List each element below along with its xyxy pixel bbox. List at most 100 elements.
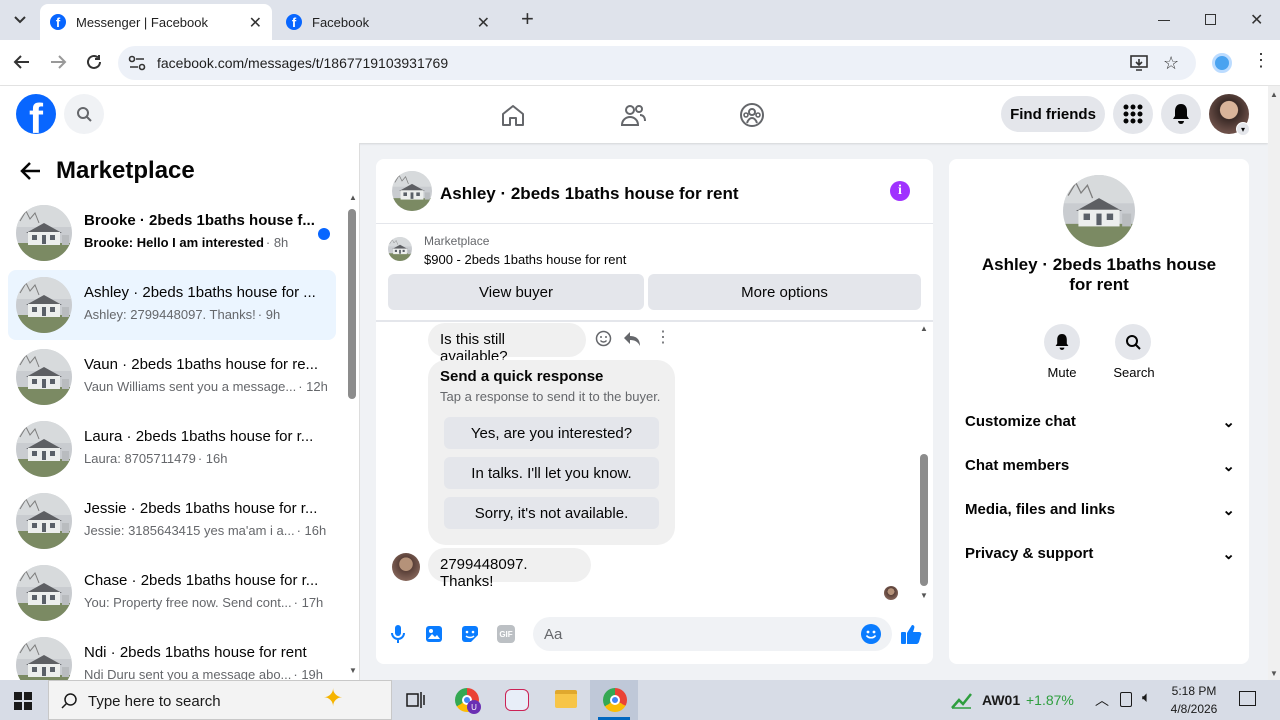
chat-avatar[interactable]: [392, 171, 432, 211]
photo-icon[interactable]: [425, 625, 443, 643]
mute-button[interactable]: [1044, 324, 1080, 360]
install-app-icon[interactable]: [1130, 55, 1148, 71]
tab-facebook[interactable]: f Facebook ✕: [276, 4, 510, 40]
scroll-up-icon[interactable]: ▲: [1270, 90, 1278, 99]
reply-icon[interactable]: [623, 331, 641, 347]
forward-arrow-icon[interactable]: [49, 53, 67, 71]
new-tab-plus-icon[interactable]: +: [521, 8, 534, 30]
notifications-button[interactable]: [1161, 94, 1201, 134]
conversation-row[interactable]: Laura · 2beds 1baths house for r... Laura…: [8, 414, 336, 484]
thumbs-up-icon[interactable]: [900, 623, 922, 645]
scroll-thumb[interactable]: [348, 209, 356, 399]
clock-date[interactable]: 4/8/2026: [1164, 702, 1224, 716]
device-icon[interactable]: [1120, 692, 1132, 707]
quick-response-button[interactable]: Yes, are you interested?: [444, 417, 659, 449]
tab-messenger[interactable]: f Messenger | Facebook ✕: [40, 4, 272, 40]
conversation-row[interactable]: Chase · 2beds 1baths house for r... You: …: [8, 558, 336, 628]
reload-icon[interactable]: [85, 53, 103, 71]
chevron-down-icon: ⌄: [1222, 458, 1235, 475]
tab-close-icon[interactable]: ✕: [477, 13, 490, 33]
message-input[interactable]: Aa: [533, 617, 892, 651]
info-icon[interactable]: i: [890, 181, 910, 201]
section-media-files-links[interactable]: Media, files and links ⌄: [965, 501, 1235, 519]
tab-search-chevron-icon[interactable]: [8, 8, 32, 32]
volume-icon[interactable]: 🔈︎: [1142, 689, 1151, 706]
clock-time[interactable]: 5:18 PM: [1164, 684, 1224, 698]
view-buyer-button[interactable]: View buyer: [388, 274, 644, 310]
more-actions-icon[interactable]: ⋮: [655, 329, 671, 347]
listing-title[interactable]: $900 - 2beds 1baths house for rent: [424, 252, 626, 267]
scroll-up-icon[interactable]: ▲: [920, 324, 928, 333]
windows-taskbar: Type here to search ✦ U AW01 +1.87% ︿ 🔈︎…: [0, 680, 1280, 720]
restore-icon[interactable]: [1205, 14, 1216, 25]
page-scrollbar[interactable]: ▲ ▼: [1268, 86, 1280, 680]
mute-label: Mute: [1047, 365, 1077, 380]
scroll-down-icon[interactable]: ▼: [349, 666, 357, 675]
emoji-icon[interactable]: [861, 624, 881, 644]
facebook-favicon-icon: f: [50, 14, 66, 30]
stock-ticker[interactable]: AW01: [982, 692, 1020, 708]
back-arrow-icon[interactable]: [13, 53, 31, 71]
tab-close-icon[interactable]: ✕: [249, 13, 262, 33]
windows-start-icon[interactable]: [14, 692, 32, 710]
scroll-down-icon[interactable]: ▼: [1270, 669, 1278, 678]
groups-icon[interactable]: [739, 102, 765, 128]
find-friends-button[interactable]: Find friends: [1001, 96, 1105, 132]
more-options-button[interactable]: More options: [648, 274, 921, 310]
account-chevron-icon[interactable]: ▾: [1236, 122, 1250, 136]
minimize-icon[interactable]: [1158, 20, 1170, 21]
scroll-up-icon[interactable]: ▲: [349, 193, 357, 202]
quick-response-button[interactable]: In talks. I'll let you know.: [444, 457, 659, 489]
chat-scrollbar[interactable]: ▲ ▼: [918, 322, 930, 600]
conversation-row[interactable]: Ashley · 2beds 1baths house for ... Ashle…: [8, 270, 336, 340]
bookmark-star-icon[interactable]: ☆: [1163, 53, 1179, 74]
friends-icon[interactable]: [620, 103, 646, 127]
notification-center-icon[interactable]: [1239, 691, 1256, 706]
gif-icon[interactable]: GIF: [497, 625, 515, 643]
section-label: Media, files and links: [965, 501, 1116, 518]
file-explorer-icon[interactable]: [555, 690, 577, 708]
conversation-row[interactable]: Jessie · 2beds 1baths house for r... Jess…: [8, 486, 336, 556]
browser-menu-icon[interactable]: ⋮: [1252, 51, 1270, 69]
home-icon[interactable]: [500, 103, 526, 127]
listing-thumbnail: [16, 277, 72, 333]
chrome-profile-icon[interactable]: U: [455, 688, 481, 714]
conversation-row[interactable]: Vaun · 2beds 1baths house for re... Vaun …: [8, 342, 336, 412]
extension-icon[interactable]: [1212, 53, 1232, 73]
taskbar-search-box[interactable]: Type here to search ✦: [48, 680, 392, 720]
message-bubble-available[interactable]: Is this still available?: [428, 323, 586, 365]
buyer-avatar[interactable]: [392, 553, 420, 581]
conversation-row[interactable]: Brooke · 2beds 1baths house f... Brooke: …: [8, 198, 336, 268]
back-arrow-icon[interactable]: [20, 161, 42, 181]
app-icon[interactable]: [505, 689, 529, 711]
listing-thumbnail: [388, 237, 412, 261]
microphone-icon[interactable]: [390, 624, 406, 644]
hidden-icons-chevron-icon[interactable]: ︿: [1095, 690, 1109, 710]
facebook-logo-icon[interactable]: f: [16, 94, 56, 134]
chat-info-panel: Ashley · 2beds 1baths house for rent Mut…: [949, 159, 1249, 664]
message-bubble-buyer[interactable]: 2799448097. Thanks!: [428, 548, 591, 590]
quick-response-button[interactable]: Sorry, it's not available.: [444, 497, 659, 529]
section-privacy-support[interactable]: Privacy & support ⌄: [965, 545, 1235, 563]
section-customize-chat[interactable]: Customize chat ⌄: [965, 413, 1235, 431]
react-emoji-icon[interactable]: [595, 330, 612, 347]
search-button[interactable]: [64, 94, 104, 134]
listing-thumbnail: [16, 565, 72, 621]
quick-response-label: In talks. I'll let you know.: [471, 464, 632, 482]
scroll-down-icon[interactable]: ▼: [920, 591, 928, 600]
scroll-thumb[interactable]: [920, 454, 928, 586]
search-chat-button[interactable]: [1115, 324, 1151, 360]
list-scrollbar[interactable]: ▲ ▼: [346, 193, 358, 675]
window-close-icon[interactable]: ✕: [1250, 10, 1263, 30]
menu-grid-button[interactable]: [1113, 94, 1153, 134]
marketplace-title: Marketplace: [56, 157, 195, 184]
site-info-icon[interactable]: [128, 55, 146, 71]
section-chat-members[interactable]: Chat members ⌄: [965, 457, 1235, 475]
section-label: Privacy & support: [965, 545, 1094, 562]
chat-title[interactable]: Ashley · 2beds 1baths house for rent: [440, 184, 739, 204]
chrome-active-taskbar-button[interactable]: [590, 680, 638, 720]
sticker-icon[interactable]: [461, 625, 479, 643]
address-bar[interactable]: facebook.com/messages/t/1867719103931769…: [118, 46, 1196, 80]
task-view-icon[interactable]: [406, 691, 426, 709]
conversation-name: Jessie · 2beds 1baths house for r...: [84, 500, 318, 517]
